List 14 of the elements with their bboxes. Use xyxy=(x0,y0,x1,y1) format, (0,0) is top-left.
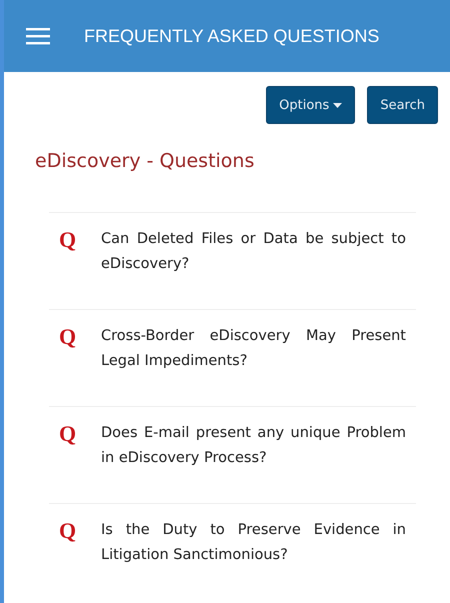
header-title: FREQUENTLY ASKED QUESTIONS xyxy=(84,26,380,46)
question-marker: Q xyxy=(59,226,78,254)
question-link[interactable]: Can Deleted Files or Data be subject to eDiscovery? xyxy=(101,225,406,284)
question-link[interactable]: Cross-Border eDiscovery May Present Legal Impediments? xyxy=(101,322,406,381)
search-button[interactable]: Search xyxy=(367,86,438,124)
options-dropdown[interactable]: Options xyxy=(266,86,356,124)
menu-icon[interactable] xyxy=(26,27,50,45)
caret-icon xyxy=(333,102,342,108)
question-link[interactable]: Is the Duty to Preserve Evidence in Litigation Sanctimonious? xyxy=(101,516,406,575)
section-title: eDiscovery - Questions xyxy=(34,149,256,172)
question-marker: Q xyxy=(59,517,78,545)
question-link[interactable]: Does E-mail present any unique Problem in eDiscovery Process? xyxy=(101,419,406,478)
question-marker: Q xyxy=(59,420,78,448)
question-marker: Q xyxy=(59,323,78,351)
